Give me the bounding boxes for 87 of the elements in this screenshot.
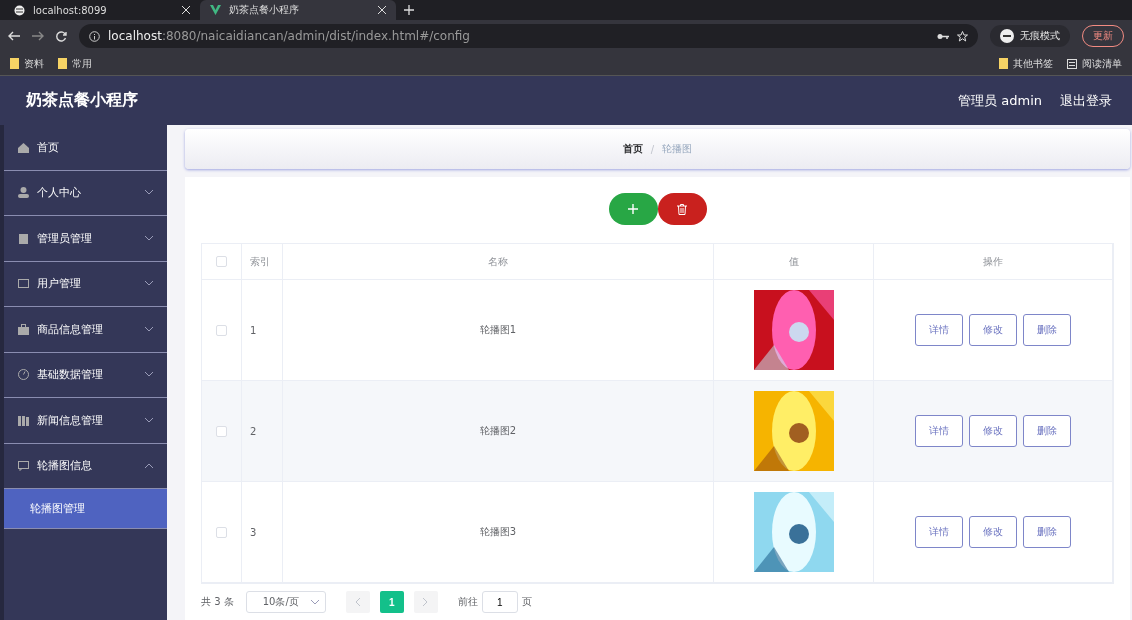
other-bookmarks[interactable]: 其他书签 — [999, 56, 1053, 71]
chevron-down-icon — [145, 235, 153, 241]
sidebar-item[interactable]: 个人中心 — [4, 170, 167, 216]
action-button[interactable]: 修改 — [969, 516, 1017, 548]
close-icon[interactable] — [182, 6, 190, 14]
chevron-left-icon — [355, 597, 361, 606]
column-header: 名称 — [283, 244, 714, 279]
clock-icon — [18, 369, 29, 381]
table-cell: 轮播图1 — [283, 280, 714, 380]
sidebar-subitem[interactable]: 轮播图管理 — [4, 489, 167, 529]
books-icon — [18, 414, 29, 426]
forward-icon[interactable] — [32, 31, 44, 41]
folder-icon — [999, 58, 1008, 69]
sidebar-item[interactable]: 管理员管理 — [4, 216, 167, 262]
sidebar-item[interactable]: 新闻信息管理 — [4, 398, 167, 444]
chevron-up-icon — [145, 463, 153, 469]
column-header: 操作 — [874, 244, 1113, 279]
page-input[interactable]: 1 — [481, 591, 518, 613]
page-suffix: 页 — [521, 595, 532, 609]
checkbox[interactable] — [216, 425, 227, 437]
breadcrumb-item[interactable]: 首页 — [622, 142, 643, 156]
chevron-down-icon — [145, 190, 153, 196]
user-icon — [18, 187, 29, 199]
key-icon[interactable] — [937, 32, 949, 40]
checkbox[interactable] — [216, 256, 227, 267]
home-icon — [18, 141, 29, 153]
app-title: 奶茶点餐小程序 — [26, 90, 139, 111]
table-cell: 轮播图2 — [283, 381, 714, 481]
sidebar-item[interactable]: 商品信息管理 — [4, 307, 167, 353]
logout-link[interactable]: 退出登录 — [1060, 91, 1112, 110]
info-icon — [89, 30, 100, 42]
action-button[interactable]: 详情 — [915, 314, 963, 346]
checkbox[interactable] — [216, 324, 227, 336]
chevron-down-icon — [145, 326, 153, 332]
checkbox[interactable] — [216, 526, 227, 538]
list-icon — [1067, 58, 1077, 69]
folder-icon — [10, 58, 19, 69]
action-button[interactable]: 详情 — [915, 516, 963, 548]
plus-icon — [628, 204, 638, 214]
briefcase-icon — [18, 323, 29, 335]
sidebar-item[interactable]: 用户管理 — [4, 261, 167, 307]
table-cell: 1 — [242, 280, 283, 380]
goto-label: 前往 — [457, 595, 478, 609]
browser-tab[interactable]: 奶茶点餐小程序 — [200, 0, 396, 20]
back-icon[interactable] — [8, 31, 20, 41]
chevron-down-icon — [310, 599, 319, 605]
column-header: 值 — [714, 244, 874, 279]
action-button[interactable]: 删除 — [1023, 516, 1071, 548]
card-icon — [18, 278, 29, 290]
breadcrumb-item: 轮播图 — [662, 142, 693, 156]
page-size-select[interactable]: 10条/页 — [245, 591, 326, 613]
action-button[interactable]: 修改 — [969, 314, 1017, 346]
action-button[interactable]: 删除 — [1023, 314, 1071, 346]
action-button[interactable]: 详情 — [915, 415, 963, 447]
reading-list[interactable]: 阅读清单 — [1067, 56, 1122, 71]
action-button[interactable]: 删除 — [1023, 415, 1071, 447]
plus-icon[interactable] — [404, 5, 414, 15]
trash-icon — [677, 203, 687, 215]
sidebar-item[interactable]: 基础数据管理 — [4, 352, 167, 398]
table-cell: 2 — [242, 381, 283, 481]
bookmark[interactable]: 资料 — [10, 56, 44, 71]
user-label: 管理员 admin — [958, 91, 1042, 110]
delete-button[interactable] — [657, 193, 707, 225]
v-logo-icon — [210, 5, 221, 15]
chevron-down-icon — [145, 372, 153, 378]
table-cell: 轮播图3 — [283, 482, 714, 582]
total-count: 共 3 条 — [201, 595, 234, 609]
star-icon[interactable] — [957, 30, 968, 42]
browser-tab[interactable]: localhost:8099 — [4, 0, 200, 20]
bookmark[interactable]: 常用 — [58, 56, 92, 71]
globe-icon — [14, 4, 25, 16]
column-header: 索引 — [242, 244, 283, 279]
url-text: localhost:8080/naicaidiancan/admin/dist/index.html#/config — [108, 29, 471, 43]
separator: / — [650, 143, 655, 155]
incognito-button[interactable]: 无痕模式 — [990, 25, 1070, 47]
folder-icon — [58, 58, 67, 69]
sidebar-item[interactable]: 首页 — [4, 125, 167, 171]
chevron-right-icon — [423, 597, 429, 606]
add-button[interactable] — [608, 193, 658, 225]
table-cell: 3 — [242, 482, 283, 582]
reload-icon[interactable] — [56, 30, 67, 42]
action-button[interactable]: 修改 — [969, 415, 1017, 447]
address-bar[interactable]: localhost:8080/naicaidiancan/admin/dist/index.html#/config — [79, 24, 978, 48]
chevron-down-icon — [145, 417, 153, 423]
chevron-down-icon — [145, 281, 153, 287]
close-icon[interactable] — [378, 6, 386, 14]
chat-icon — [18, 460, 29, 472]
